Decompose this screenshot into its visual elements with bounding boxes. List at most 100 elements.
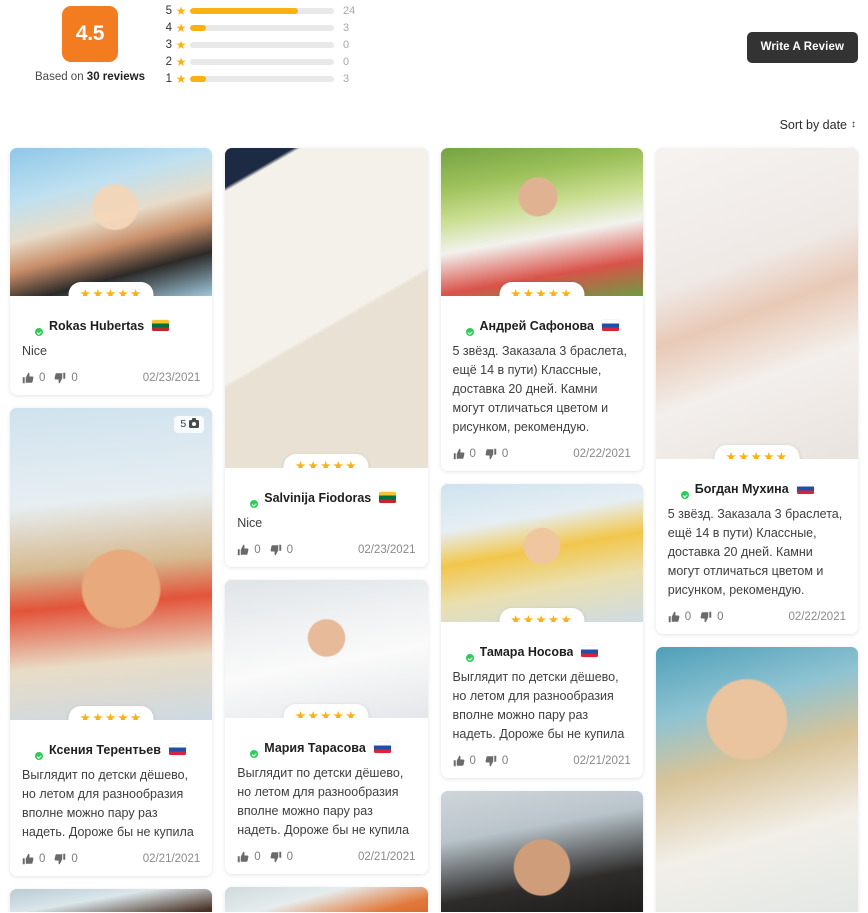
dislike-count: 0 xyxy=(71,372,78,384)
review-photo[interactable]: ★★★★★ xyxy=(440,148,643,296)
rating-bar-count: 0 xyxy=(343,38,350,51)
star-rating-badge: ★★★★★ xyxy=(68,282,154,296)
dislike-count: 0 xyxy=(286,851,294,863)
review-card[interactable]: ★★★★★ Salvinija Fiodoras Nice 0 0 02/23/2021 xyxy=(225,148,428,567)
review-photo[interactable] xyxy=(10,889,213,912)
review-photo-image xyxy=(10,408,213,720)
dislike-button[interactable]: 0 xyxy=(270,851,293,863)
review-photo-image xyxy=(225,580,428,718)
average-score-badge: 4.5 xyxy=(62,6,118,62)
like-button[interactable]: 0 xyxy=(237,544,261,556)
like-button[interactable]: 0 xyxy=(453,755,476,767)
review-card-photo-only[interactable] xyxy=(440,791,643,912)
dislike-button[interactable]: 0 xyxy=(54,853,78,865)
rating-bar-track xyxy=(190,24,334,31)
dislike-count: 0 xyxy=(286,544,294,556)
review-card-photo-only[interactable] xyxy=(225,887,428,912)
avatar xyxy=(453,642,475,663)
dislike-button[interactable]: 0 xyxy=(700,611,724,623)
star-rating-badge: ★★★★★ xyxy=(499,282,585,296)
review-photo-image xyxy=(10,148,213,296)
review-photo-image xyxy=(10,889,213,912)
review-card-photo-only[interactable] xyxy=(655,647,858,912)
review-photo[interactable] xyxy=(225,887,428,912)
review-photo-image xyxy=(440,484,643,622)
like-count: 0 xyxy=(39,372,46,384)
dislike-count: 0 xyxy=(501,755,509,767)
rating-bar-track xyxy=(190,75,334,82)
like-button[interactable]: 0 xyxy=(453,448,476,460)
star-rating-value: ★★★★★ xyxy=(510,287,574,296)
star-icon: ★ xyxy=(175,71,187,86)
review-body: Ксения Терентьев Выглядит по детски дёшев… xyxy=(10,720,212,876)
review-photo[interactable]: ★★★★★ xyxy=(440,484,643,622)
review-card[interactable]: ★★★★★ Мария Тарасова Выглядит по детски дё… xyxy=(225,580,428,874)
review-photo[interactable]: ★★★★★ xyxy=(225,148,428,468)
review-card[interactable]: ★★★★★ Rokas Hubertas Nice 0 0 02/23/2021 xyxy=(10,148,213,395)
review-count-caption: Based on 30 reviews xyxy=(10,71,170,83)
review-author-name: Богдан Мухина xyxy=(694,481,789,496)
thumbs-up-icon xyxy=(453,448,465,460)
star-rating-value: ★★★★★ xyxy=(510,613,574,622)
rating-bar-label: 1 xyxy=(165,72,172,85)
dislike-button[interactable]: 0 xyxy=(270,544,293,556)
review-photo[interactable]: 5 ★★★★★ xyxy=(10,408,213,720)
review-card[interactable]: ★★★★★ Андрей Сафонова 5 звёзд. Заказала 3 … xyxy=(440,148,643,471)
review-author-row: Богдан Мухина xyxy=(668,479,846,500)
rating-bar-row[interactable]: 2 ★ 0 xyxy=(160,53,360,70)
review-photo[interactable] xyxy=(440,791,643,912)
rating-bar-row[interactable]: 5 ★ 24 xyxy=(160,2,360,19)
review-footer: 0 0 02/21/2021 xyxy=(237,851,416,863)
review-text: Nice xyxy=(237,516,263,530)
review-photo[interactable] xyxy=(655,647,858,912)
sort-by-date-control[interactable]: Sort by date ↕ xyxy=(780,118,856,132)
review-card-photo-only[interactable] xyxy=(10,889,213,912)
review-author-row: Salvinija Fiodoras xyxy=(237,488,415,509)
photo-count-badge: 5 xyxy=(174,416,205,433)
rating-bar-fill xyxy=(190,7,298,14)
rating-bar-row[interactable]: 1 ★ 3 xyxy=(160,70,360,87)
review-photo[interactable]: ★★★★★ xyxy=(655,148,858,459)
write-a-review-button[interactable]: Write A Review xyxy=(746,32,858,63)
dislike-button[interactable]: 0 xyxy=(485,448,508,460)
review-date: 02/22/2021 xyxy=(573,448,631,460)
review-author-row: Тамара Носова xyxy=(453,642,631,663)
review-body: Богдан Мухина 5 звёзд. Заказала 3 браслет… xyxy=(656,459,858,634)
country-flag-icon xyxy=(379,492,397,503)
sort-bar: Sort by date ↕ xyxy=(0,108,868,142)
review-photo[interactable]: ★★★★★ xyxy=(225,580,428,718)
review-card[interactable]: ★★★★★ Тамара Носова Выглядит по детски дёш… xyxy=(440,484,643,778)
review-footer: 0 0 02/21/2021 xyxy=(453,755,631,767)
like-button[interactable]: 0 xyxy=(22,372,45,384)
review-body: Тамара Носова Выглядит по детски дёшево, … xyxy=(441,622,643,778)
review-body: Мария Тарасова Выглядит по детски дёшево,… xyxy=(225,718,427,874)
like-count: 0 xyxy=(684,611,692,623)
like-button[interactable]: 0 xyxy=(22,853,45,865)
rating-bar-row[interactable]: 3 ★ 0 xyxy=(160,36,360,53)
review-photo-image xyxy=(225,148,428,468)
dislike-button[interactable]: 0 xyxy=(485,755,508,767)
star-icon: ★ xyxy=(175,54,187,69)
rating-bar-track xyxy=(190,7,334,14)
thumbs-up-icon xyxy=(22,853,34,865)
review-body: Salvinija Fiodoras Nice 0 0 02/23/2021 xyxy=(225,468,427,567)
like-button[interactable]: 0 xyxy=(668,611,691,623)
rating-breakdown-bars: 5 ★ 24 4 ★ 3 3 ★ 0 2 ★ 0 1 ★ 3 xyxy=(160,2,360,87)
dislike-count: 0 xyxy=(501,448,509,460)
camera-icon xyxy=(189,418,200,429)
avatar xyxy=(453,316,475,337)
dislike-button[interactable]: 0 xyxy=(54,372,78,384)
like-count: 0 xyxy=(254,544,261,556)
verified-check-icon xyxy=(34,327,44,337)
thumbs-up-icon xyxy=(237,851,249,863)
rating-bar-row[interactable]: 4 ★ 3 xyxy=(160,19,360,36)
review-author-row: Андрей Сафонова xyxy=(453,316,631,337)
review-author-row: Rokas Hubertas xyxy=(22,316,200,337)
rating-summary: 4.5 Based on 30 reviews 5 ★ 24 4 ★ 3 3 ★ 0 2 ★ 0 1 ★ 3… xyxy=(0,0,868,108)
review-card[interactable]: 5 ★★★★★ Ксения Терентьев Выглядит по детски… xyxy=(10,408,213,876)
star-rating-value: ★★★★★ xyxy=(294,709,358,718)
review-card[interactable]: ★★★★★ Богдан Мухина 5 звёзд. Заказала 3 бр… xyxy=(655,148,858,634)
review-photo[interactable]: ★★★★★ xyxy=(10,148,213,296)
like-button[interactable]: 0 xyxy=(237,851,261,863)
review-footer: 0 0 02/21/2021 xyxy=(22,853,200,865)
